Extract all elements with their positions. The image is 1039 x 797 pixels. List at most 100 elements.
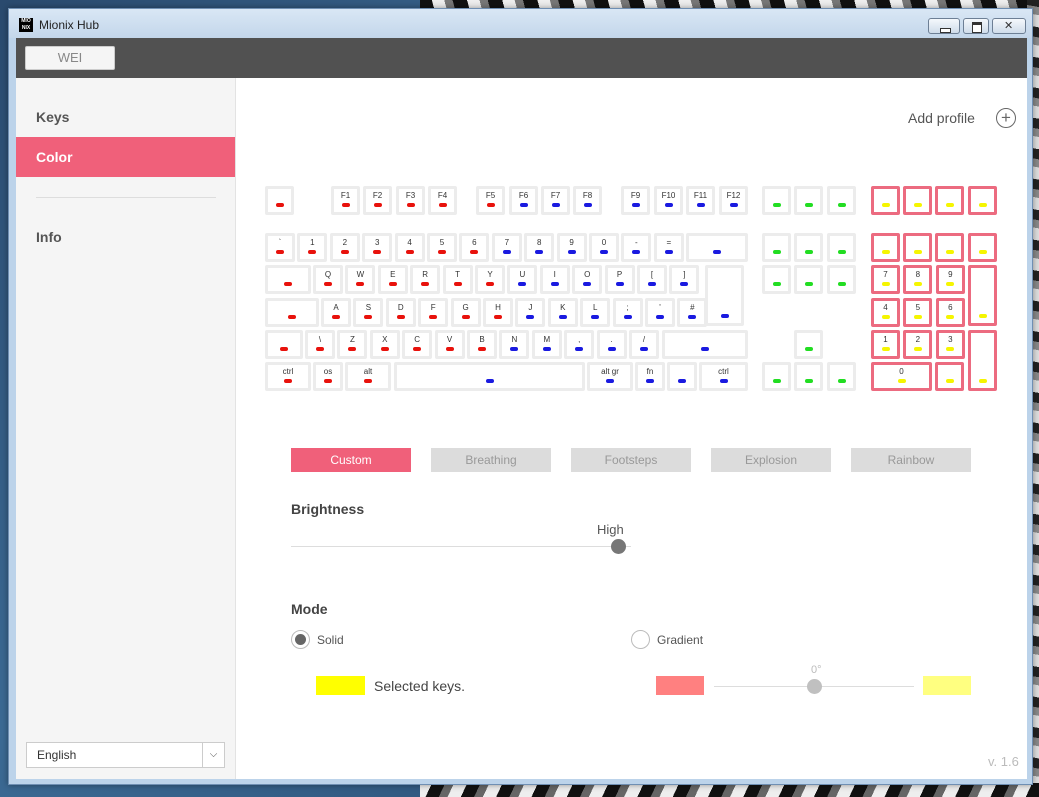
keyboard-key[interactable] [265,186,294,215]
sidebar-item-info[interactable]: Info [16,217,235,257]
keyboard-key[interactable]: 9 [556,233,587,262]
keyboard-key[interactable]: alt gr [587,362,633,391]
keyboard-key[interactable] [265,298,319,327]
keyboard-key[interactable] [794,186,823,215]
effect-footsteps-button[interactable]: Footsteps [571,448,691,472]
keyboard-key[interactable]: A [321,298,351,327]
keyboard-key[interactable]: U [507,265,538,294]
keyboard-key[interactable]: J [515,298,546,327]
keyboard-key[interactable] [265,330,303,359]
effect-custom-button[interactable]: Custom [291,448,411,472]
effect-rainbow-button[interactable]: Rainbow [851,448,971,472]
keyboard-key[interactable]: F1 [331,186,360,215]
keyboard-key[interactable]: Y [475,265,505,294]
sidebar-item-keys[interactable]: Keys [16,97,235,137]
keyboard-key[interactable]: Z [337,330,368,359]
maximize-button[interactable] [963,18,989,34]
keyboard-key[interactable]: [ [637,265,667,294]
keyboard-key[interactable] [903,186,932,215]
keyboard-key[interactable]: F12 [719,186,748,215]
keyboard-key[interactable]: ctrl [699,362,748,391]
minimize-button[interactable] [928,18,960,34]
keyboard-key[interactable]: F6 [509,186,538,215]
keyboard-key[interactable]: G [450,298,481,327]
keyboard-key[interactable]: C [402,330,433,359]
keyboard-key[interactable]: , [564,330,595,359]
keyboard-key[interactable]: 6 [459,233,490,262]
keyboard-key[interactable]: N [499,330,530,359]
gradient-radio[interactable] [631,630,650,649]
title-bar[interactable]: MIO NIX Mionix Hub [9,9,1032,38]
keyboard-key[interactable] [794,233,823,262]
keyboard-key[interactable]: M [531,330,562,359]
keyboard-key[interactable]: os [313,362,343,391]
keyboard-key[interactable]: 1 [871,330,900,359]
keyboard-key[interactable] [871,186,900,215]
keyboard-key[interactable] [827,265,856,294]
keyboard-key[interactable]: R [410,265,441,294]
keyboard-key[interactable] [794,265,823,294]
gradient-angle-knob[interactable] [807,679,822,694]
keyboard-key[interactable]: 1 [297,233,328,262]
keyboard-key[interactable]: 5 [903,298,933,327]
keyboard-key[interactable]: 7 [871,265,900,294]
keyboard-key[interactable]: 3 [935,330,965,359]
keyboard-key[interactable]: 6 [935,298,965,327]
keyboard-key[interactable]: # [677,298,708,327]
keyboard-key[interactable] [662,330,748,359]
keyboard-key[interactable]: . [596,330,627,359]
keyboard-key[interactable]: E [377,265,408,294]
keyboard-key[interactable]: ` [265,233,295,262]
keyboard-key[interactable]: T [442,265,473,294]
keyboard-key[interactable]: P [604,265,635,294]
keyboard-key[interactable]: = [653,233,684,262]
keyboard-key[interactable]: ; [612,298,643,327]
brightness-slider-knob[interactable] [611,539,626,554]
chevron-down-icon[interactable]: ⌵ [202,743,224,767]
keyboard-key[interactable] [827,186,856,215]
keyboard-key[interactable] [903,233,932,262]
keyboard-key[interactable]: fn [635,362,665,391]
keyboard-key[interactable]: O [572,265,603,294]
keyboard-key[interactable]: F [418,298,449,327]
keyboard-key[interactable]: H [483,298,513,327]
keyboard-key[interactable] [762,186,791,215]
keyboard-key[interactable]: F11 [686,186,715,215]
keyboard-key[interactable] [968,233,997,262]
keyboard-key[interactable] [827,233,856,262]
keyboard-key[interactable]: 0 [589,233,619,262]
keyboard-key[interactable]: F8 [573,186,602,215]
effect-breathing-button[interactable]: Breathing [431,448,551,472]
keyboard-key[interactable]: ] [669,265,700,294]
keyboard-key[interactable] [762,362,791,391]
keyboard-key[interactable] [935,233,964,262]
keyboard-key[interactable]: F2 [363,186,392,215]
keyboard-key[interactable] [794,330,823,359]
keyboard-key[interactable] [667,362,697,391]
keyboard-key[interactable]: 8 [524,233,555,262]
keyboard-key[interactable] [968,330,997,391]
keyboard-key[interactable]: F3 [396,186,425,215]
keyboard-key[interactable] [265,265,311,294]
keyboard-key[interactable]: - [621,233,652,262]
keyboard-key[interactable]: 4 [394,233,425,262]
keyboard-key[interactable]: 2 [903,330,933,359]
keyboard-key[interactable] [871,233,900,262]
keyboard-key[interactable]: B [467,330,497,359]
solid-radio[interactable] [291,630,310,649]
keyboard-key[interactable]: F9 [621,186,650,215]
keyboard-key[interactable]: F4 [428,186,457,215]
keyboard-key[interactable] [686,233,748,262]
sidebar-item-color[interactable]: Color [16,137,235,177]
keyboard-key[interactable]: ctrl [265,362,311,391]
keyboard-key[interactable]: F10 [654,186,683,215]
keyboard-key[interactable]: F5 [476,186,505,215]
keyboard-key[interactable] [394,362,585,391]
gradient-start-swatch[interactable] [656,676,704,695]
keyboard-key[interactable]: \ [305,330,335,359]
solid-color-swatch[interactable] [316,676,365,695]
keyboard-key[interactable]: 4 [871,298,900,327]
keyboard-key[interactable]: 3 [362,233,393,262]
keyboard-key[interactable]: L [580,298,611,327]
keyboard-key[interactable] [794,362,823,391]
